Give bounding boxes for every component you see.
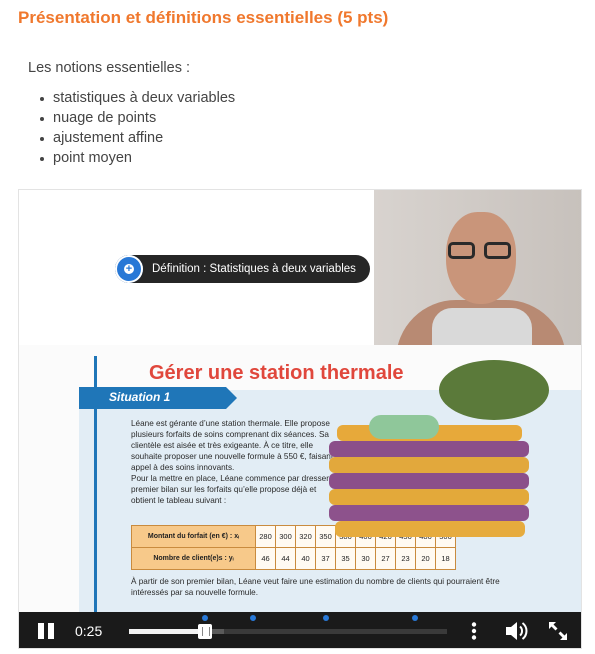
tooltip-label: Définition : Statistiques à deux variabl…: [152, 263, 356, 275]
list-item: ajustement affine: [39, 128, 235, 148]
plant-image: [439, 360, 549, 420]
fullscreen-button[interactable]: [541, 612, 575, 648]
list-item: statistiques à deux variables: [39, 88, 235, 108]
webcam-overlay: [374, 190, 581, 345]
list-item: nuage de points: [39, 108, 235, 128]
current-time: 0:25: [75, 623, 103, 639]
table-row-label: Nombre de client(e)s : yᵢ: [131, 547, 256, 570]
pause-button[interactable]: [29, 612, 63, 648]
table-cell: 280: [255, 525, 276, 548]
fullscreen-icon: [549, 622, 567, 640]
soap-image: [369, 415, 439, 439]
slide-footer-text: À partir de son premier bilan, Léane veu…: [131, 577, 500, 597]
section-title: Présentation et définitions essentielles…: [18, 8, 389, 27]
slide-title: Gérer une station thermale: [149, 362, 404, 384]
table-cell: 300: [275, 525, 296, 548]
volume-icon: [506, 622, 528, 640]
plus-circle-icon[interactable]: [115, 255, 143, 283]
progress-bar[interactable]: [129, 615, 447, 639]
intro-text: Les notions essentielles :: [28, 60, 191, 76]
progress-handle[interactable]: [198, 624, 213, 639]
interaction-tooltip[interactable]: Définition : Statistiques à deux variabl…: [115, 255, 370, 283]
list-item: point moyen: [39, 148, 235, 168]
table-cell: 320: [295, 525, 316, 548]
table-cell: 40: [295, 547, 316, 570]
table-cell: 44: [275, 547, 296, 570]
volume-button[interactable]: [499, 612, 533, 648]
pause-icon: [38, 623, 54, 639]
video-controls: 0:25: [19, 612, 581, 648]
more-options-button[interactable]: [457, 612, 491, 648]
more-vertical-icon: [471, 622, 477, 640]
chapter-marker[interactable]: [250, 615, 257, 621]
chapter-marker[interactable]: [323, 615, 330, 621]
situation-label: Situation 1: [79, 387, 237, 409]
slide-body-text: Léane est gérante d’une station thermale…: [131, 419, 340, 505]
chapter-marker[interactable]: [202, 615, 209, 621]
progress-played: [129, 629, 206, 634]
table-cell: 46: [255, 547, 276, 570]
video-player[interactable]: Gérer une station thermale Situation 1 L…: [18, 189, 582, 649]
table-row-label: Montant du forfait (en €) : xᵢ: [131, 525, 256, 548]
notions-list: statistiques à deux variables nuage de p…: [39, 88, 235, 168]
chapter-marker[interactable]: [412, 615, 419, 621]
